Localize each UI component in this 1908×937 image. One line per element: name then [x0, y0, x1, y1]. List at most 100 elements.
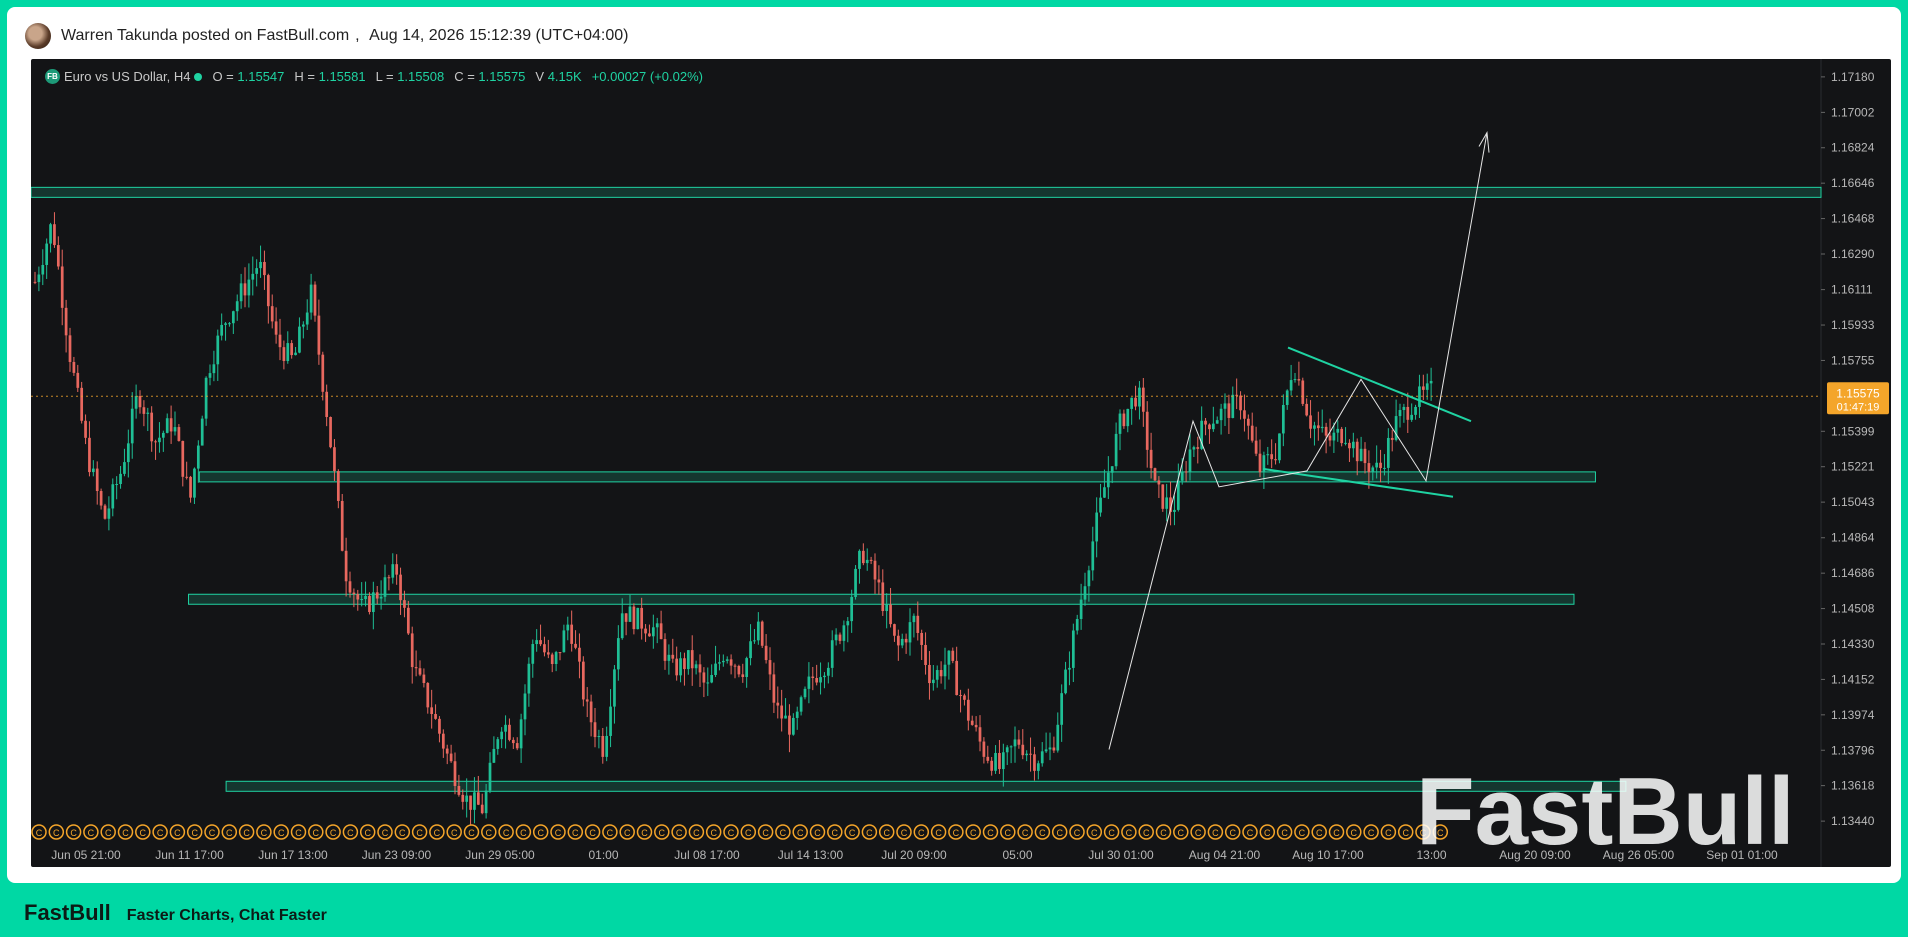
candle-body — [64, 307, 68, 336]
candle-body — [266, 275, 270, 307]
candle-body — [1235, 394, 1239, 396]
footer-logo[interactable]: FastBull — [24, 900, 111, 926]
event-marker-label: C — [1091, 828, 1098, 838]
candle-body — [126, 443, 130, 463]
candle-body — [508, 724, 511, 740]
candle-body — [1320, 426, 1324, 429]
candle-body — [780, 705, 784, 719]
candle-body — [511, 739, 515, 744]
chart-legend: FB Euro vs US Dollar, H4 O = 1.15547 H =… — [45, 69, 703, 84]
candle-body — [842, 625, 846, 641]
candle-body — [756, 621, 760, 641]
candle-body — [1348, 442, 1351, 449]
price-chart[interactable]: 1.17180 1.17002 1.16824 1.16646 1.16468 1.162… — [31, 59, 1891, 867]
candle-body — [908, 622, 912, 643]
chart-frame[interactable]: FB Euro vs US Dollar, H4 O = 1.15547 H =… — [31, 59, 1891, 867]
candle-body — [103, 505, 107, 519]
candle-body — [1149, 449, 1153, 469]
candle-body — [1103, 487, 1106, 498]
candle-body — [889, 604, 892, 625]
price-tag-countdown: 01:47:19 — [1837, 401, 1880, 413]
post-byline: Warren Takunda posted on FastBull.com, A… — [61, 27, 634, 45]
candle-body — [410, 633, 414, 668]
event-marker-label: C — [1316, 828, 1323, 838]
candle-body — [900, 638, 904, 646]
candle-body — [823, 675, 826, 678]
candle-body — [1184, 471, 1188, 473]
candle-body — [539, 640, 542, 645]
event-marker-label: C — [140, 828, 147, 838]
candle-body — [1052, 747, 1056, 751]
candle-body — [1402, 406, 1406, 411]
candle-body — [161, 432, 165, 438]
candle-body — [578, 647, 581, 662]
candle-body — [644, 628, 647, 634]
candle-body — [679, 658, 682, 676]
candle-body — [745, 658, 749, 677]
y-tick-label: 1.14686 — [1831, 566, 1875, 580]
candle-body — [1410, 414, 1414, 420]
candle-body — [1157, 480, 1161, 485]
candle-body — [527, 663, 531, 694]
candle-body — [570, 624, 574, 644]
candle-body — [1165, 497, 1169, 509]
y-tick-label: 1.16290 — [1831, 247, 1875, 261]
event-marker-label: C — [1281, 828, 1288, 838]
y-tick-label: 1.15221 — [1831, 460, 1875, 474]
event-marker-label: C — [537, 828, 544, 838]
candle-body — [119, 473, 122, 485]
author-avatar[interactable] — [25, 23, 51, 49]
event-marker-label: C — [191, 828, 198, 838]
candle-body — [659, 623, 663, 640]
candle-body — [1246, 418, 1250, 426]
candle-body — [686, 650, 690, 670]
candle-body — [861, 550, 865, 564]
candle-body — [1083, 586, 1087, 600]
candle-body — [488, 762, 492, 791]
candle-body — [935, 670, 939, 680]
candle-body — [628, 606, 632, 622]
candle-body — [869, 559, 873, 561]
y-tick-label: 1.13796 — [1831, 743, 1875, 757]
projection-path — [1108, 132, 1488, 750]
event-marker-label: C — [105, 828, 112, 838]
candle-body — [1313, 425, 1316, 429]
candle-body — [885, 604, 889, 612]
candle-body — [348, 581, 352, 593]
candle-body — [620, 613, 624, 639]
author-line[interactable]: Warren Takunda posted on FastBull.com — [61, 27, 349, 44]
candle-body — [177, 427, 181, 441]
event-marker-label: C — [1385, 828, 1392, 838]
candle-body — [208, 373, 212, 378]
candle-body — [387, 577, 391, 579]
y-tick-label: 1.14864 — [1831, 531, 1875, 545]
candle-body — [1029, 753, 1032, 755]
candle-body — [1414, 406, 1417, 415]
candle-body — [589, 701, 593, 723]
candle-body — [1418, 386, 1421, 407]
candle-body — [671, 654, 675, 659]
candle-body — [1215, 420, 1219, 424]
candle-body — [56, 245, 60, 267]
candle-body — [710, 674, 714, 683]
candle-body — [49, 224, 52, 244]
x-tick-label: 05:00 — [1002, 848, 1032, 862]
candle-body — [1033, 754, 1036, 771]
event-marker-label: C — [953, 828, 960, 838]
candle-body — [465, 795, 469, 802]
candle-body — [1367, 463, 1371, 473]
change-value: +0.00027 (+0.02%) — [591, 69, 703, 84]
candle-body — [694, 664, 698, 669]
candle-body — [624, 613, 628, 622]
candle-body — [1017, 739, 1021, 745]
candle-body — [760, 621, 764, 646]
candle-body — [123, 462, 126, 474]
candle-body — [994, 752, 997, 771]
candle-body — [663, 639, 667, 661]
event-marker-label: C — [261, 828, 268, 838]
candle-body — [461, 794, 465, 802]
candle-body — [1040, 751, 1044, 764]
candle-body — [651, 627, 655, 637]
event-marker-label: C — [918, 828, 925, 838]
candle-body — [1359, 448, 1363, 462]
